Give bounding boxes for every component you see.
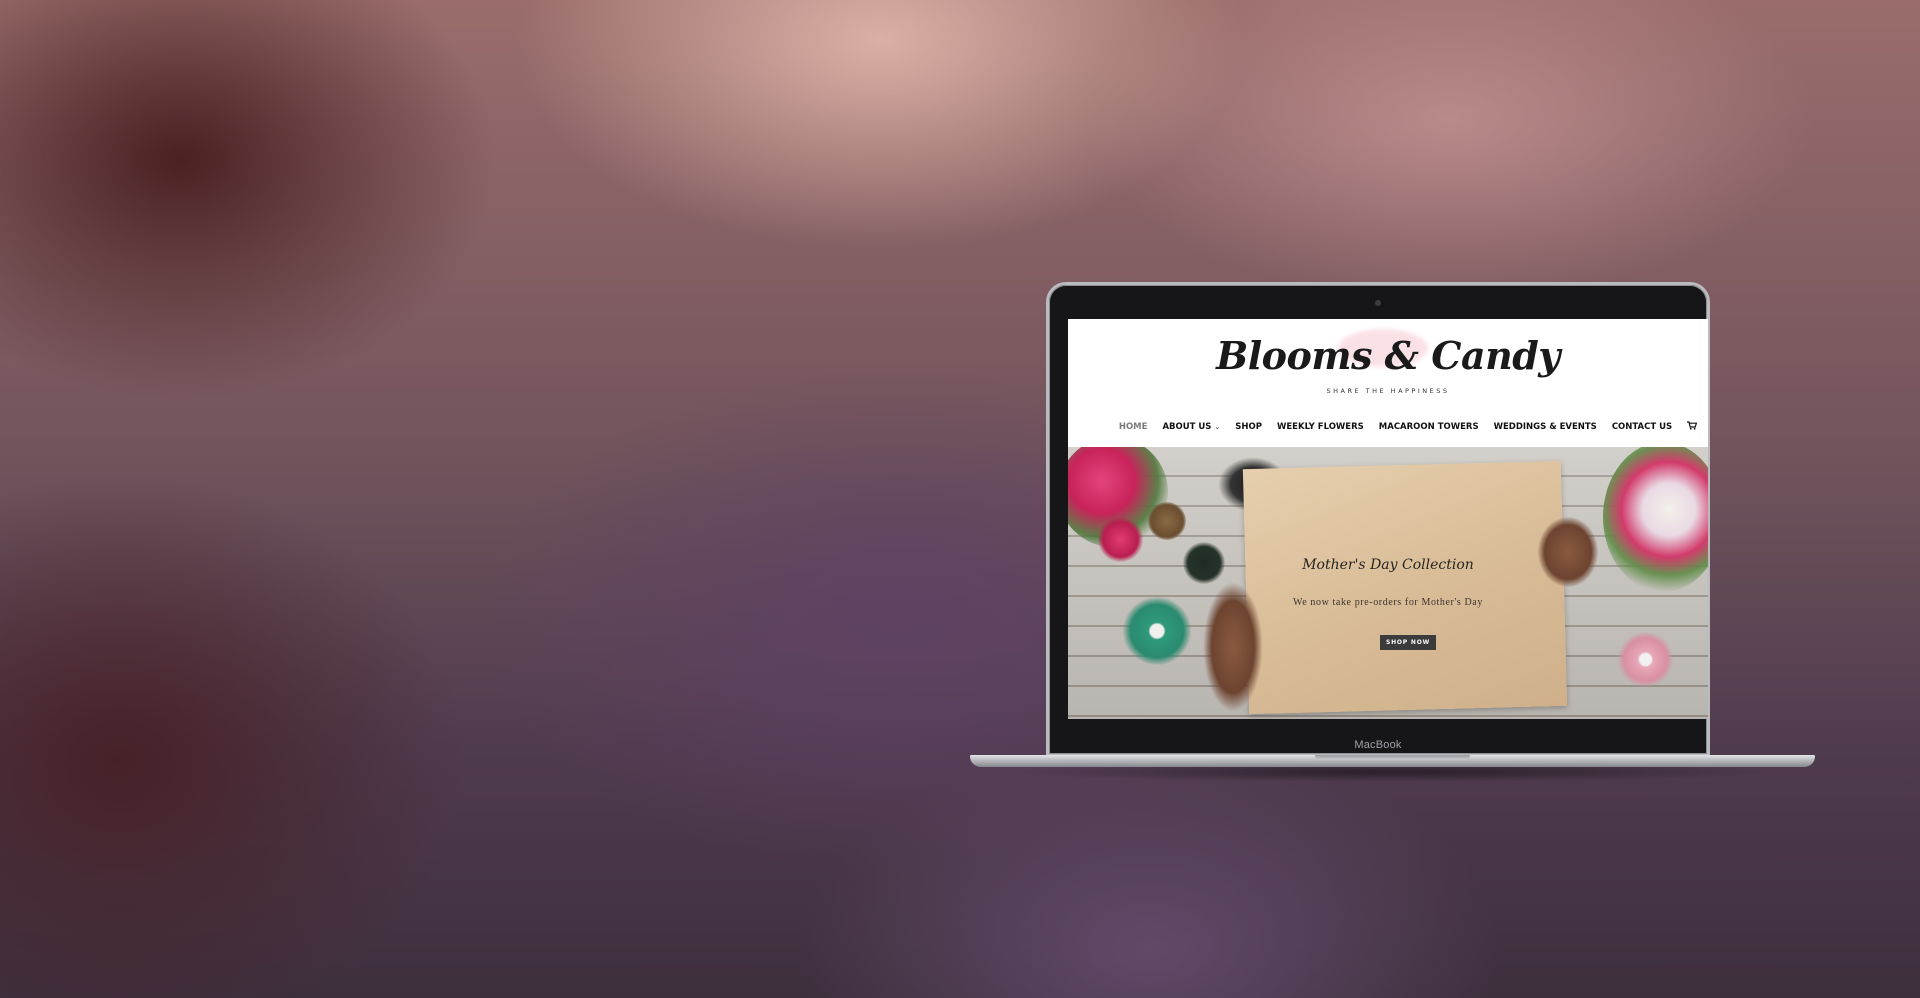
laptop-base: [970, 755, 1815, 767]
logo-container[interactable]: Blooms & Candy: [1068, 333, 1708, 378]
site-tagline: SHARE THE HAPPINESS: [1326, 387, 1450, 395]
device-label: MacBook: [1354, 739, 1402, 751]
main-nav: HOME ABOUT US ⌄ SHOP WEEKLY FLOWERS MACAR…: [1068, 421, 1708, 433]
nav-item-weekly-flowers[interactable]: WEEKLY FLOWERS: [1277, 422, 1364, 432]
camera-icon: [1375, 300, 1381, 306]
hero-title: Mother's Day Collection: [1302, 557, 1474, 573]
nav-item-home[interactable]: HOME: [1119, 422, 1148, 432]
nav-item-shop[interactable]: SHOP: [1235, 422, 1262, 432]
site-header: Blooms & Candy SHARE THE HAPPINESS HOME …: [1068, 319, 1708, 447]
cart-icon: [1687, 421, 1698, 430]
site-logo[interactable]: Blooms & Candy: [1216, 333, 1560, 378]
hands-arranging-image: [1538, 517, 1598, 587]
ribbon-roll-pink-image: [1618, 632, 1673, 687]
shop-now-button[interactable]: SHOP NOW: [1380, 635, 1436, 650]
nav-item-macaroon-towers[interactable]: MACAROON TOWERS: [1379, 422, 1479, 432]
nav-item-weddings-events[interactable]: WEDDINGS & EVENTS: [1494, 422, 1597, 432]
laptop-base-notch: [1315, 755, 1470, 760]
kraft-paper-image: [1242, 460, 1568, 715]
nav-item-contact-us[interactable]: CONTACT US: [1612, 422, 1672, 432]
cart-button[interactable]: [1687, 421, 1698, 433]
chevron-down-icon: ⌄: [1214, 423, 1221, 431]
laptop-lid: Blooms & Candy SHARE THE HAPPINESS HOME …: [1046, 282, 1710, 757]
nav-item-about-us-label: ABOUT US: [1162, 422, 1212, 432]
laptop-screen: Blooms & Candy SHARE THE HAPPINESS HOME …: [1068, 319, 1708, 719]
hero-banner: Mother's Day Collection We now take pre-…: [1068, 447, 1708, 719]
nav-item-about-us[interactable]: ABOUT US ⌄: [1162, 422, 1220, 432]
tulip-pink-image: [1098, 517, 1143, 562]
laptop-mockup: Blooms & Candy SHARE THE HAPPINESS HOME …: [970, 282, 1815, 782]
twine-spool-image: [1148, 502, 1186, 540]
hero-subtitle: We now take pre-orders for Mother's Day: [1293, 597, 1483, 608]
